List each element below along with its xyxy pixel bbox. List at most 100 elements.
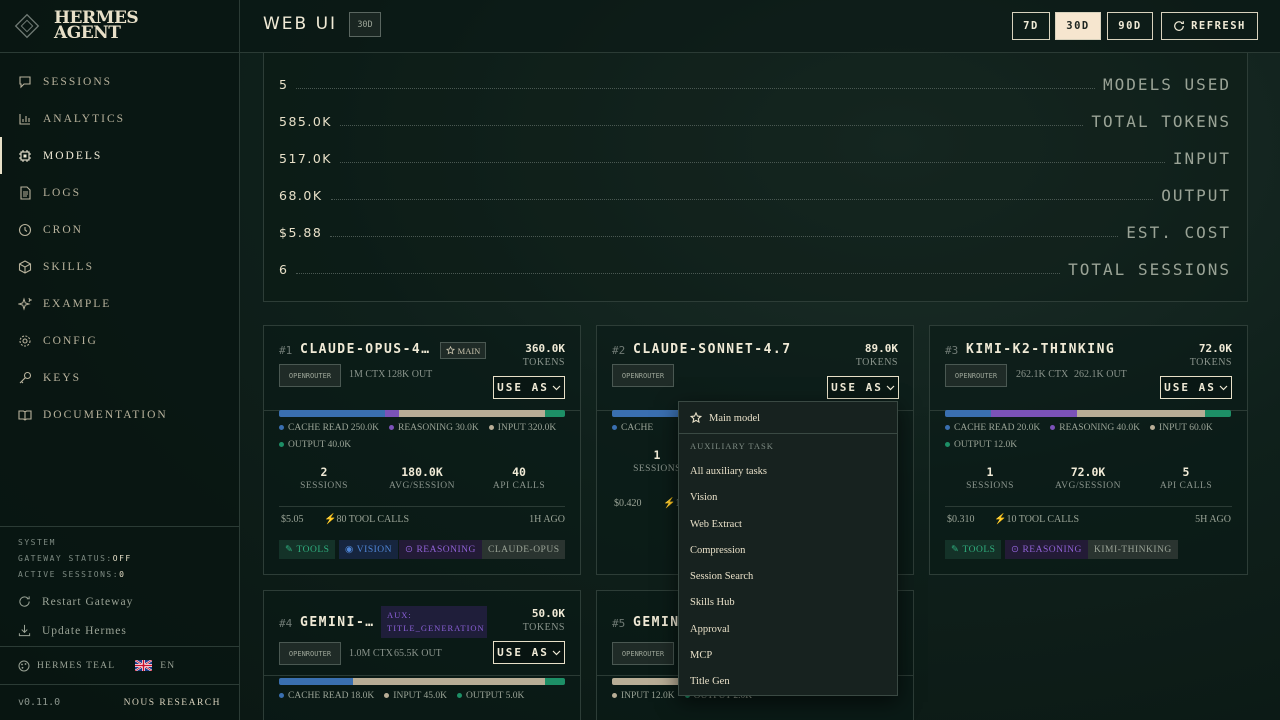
sidebar-item-sessions[interactable]: SESSIONS xyxy=(0,63,239,100)
model-tokens-label: TOKENS xyxy=(855,357,898,368)
language-selector[interactable]: EN xyxy=(135,660,175,671)
stat-output: 68.0K OUTPUT xyxy=(279,180,1231,210)
sidebar-item-analytics[interactable]: ANALYTICS xyxy=(0,100,239,137)
stat-est-cost: $5.88 EST. COST xyxy=(279,217,1231,247)
provider-badge: OPENROUTER xyxy=(279,364,341,387)
bar-reasoning xyxy=(384,410,400,417)
legend-cache: CACHE xyxy=(612,423,653,433)
dropdown-item[interactable]: Vision xyxy=(679,484,897,510)
stat-value: 585.0K xyxy=(279,113,332,129)
calls-value: 40 xyxy=(512,465,526,479)
language-label: EN xyxy=(160,660,176,671)
legend-input: INPUT 12.0K xyxy=(612,691,675,701)
avg-value: 72.0K xyxy=(1070,465,1106,479)
stat-avg-session: 72.0K AVG/SESSION xyxy=(1043,465,1133,491)
chevron-down-icon xyxy=(552,385,561,390)
system-title: SYSTEM xyxy=(18,538,56,547)
dropdown-item[interactable]: Web Extract xyxy=(679,511,897,537)
stat-sessions: 1 SESSIONS xyxy=(945,465,1035,491)
sidebar-item-example[interactable]: EXAMPLE xyxy=(0,285,239,322)
dropdown-item[interactable]: Title Gen xyxy=(679,668,897,694)
stat-leader xyxy=(330,235,1119,237)
stat-label: TOTAL SESSIONS xyxy=(1068,259,1231,279)
bar-output xyxy=(1205,410,1231,417)
sidebar-item-config[interactable]: CONFIG xyxy=(0,322,239,359)
key-icon xyxy=(19,371,32,383)
nav: SESSIONS ANALYTICS MODELS LOGS CRON SKIL… xyxy=(0,53,239,433)
dropdown-divider xyxy=(679,433,897,434)
range-7d-button[interactable]: 7D xyxy=(1012,12,1050,40)
range-90d-button[interactable]: 90D xyxy=(1107,12,1153,40)
use-as-button[interactable]: USE AS xyxy=(493,641,565,664)
bar-input xyxy=(353,678,545,685)
calls-label: API CALLS xyxy=(1159,481,1213,491)
stats-panel: 5 MODELS USED 585.0K TOTAL TOKENS 517.0K IN… xyxy=(263,53,1248,302)
sidebar-item-cron[interactable]: CRON xyxy=(0,211,239,248)
cost: $0.310 xyxy=(947,514,975,525)
sidebar-item-label: SKILLS xyxy=(43,260,94,273)
dropdown-item[interactable]: Skills Hub xyxy=(679,589,897,615)
page-title: WEB UI xyxy=(263,14,338,34)
provider-badge: OPENROUTER xyxy=(945,364,1007,387)
gateway-status-value: OFF xyxy=(112,554,132,563)
chip-icon xyxy=(19,149,31,162)
avg-value: 180.0K xyxy=(401,465,443,479)
stat-leader xyxy=(330,198,1154,200)
gear-icon xyxy=(19,334,31,347)
provider-badge: OPENROUTER xyxy=(612,642,674,665)
model-card: #4 GEMINI-... AUX: TITLE_GENERATION 50.0… xyxy=(263,590,581,720)
dropdown-main-model[interactable]: Main model xyxy=(679,404,897,432)
sidebar-item-skills[interactable]: SKILLS xyxy=(0,248,239,285)
dropdown-item[interactable]: All auxiliary tasks xyxy=(679,458,897,484)
stat-value: 5 xyxy=(279,76,289,92)
sidebar-item-logs[interactable]: LOGS xyxy=(0,174,239,211)
token-bar xyxy=(279,678,565,685)
update-hermes-button[interactable]: Update Hermes xyxy=(18,616,239,645)
sparkle-icon xyxy=(18,296,32,311)
token-legend: CACHE READ 18.0K INPUT 45.0K OUTPUT 5.0K xyxy=(279,688,569,705)
model-card: #1 CLAUDE-OPUS-4... MAIN 360.0K TOKENS O… xyxy=(263,325,581,575)
version-label: v0.11.0 xyxy=(18,697,61,708)
use-as-label: USE AS xyxy=(831,381,883,394)
legend-output: OUTPUT 12.0K xyxy=(945,440,1017,450)
model-tokens-label: TOKENS xyxy=(522,622,565,633)
legend-reasoning: REASONING 40.0K xyxy=(1050,423,1140,433)
dropdown-item[interactable]: Session Search xyxy=(679,563,897,589)
stat-api-calls: 5 API CALLS xyxy=(1141,465,1231,491)
refresh-button[interactable]: REFRESH xyxy=(1161,12,1258,40)
dropdown-item[interactable]: Approval xyxy=(679,616,897,642)
restart-gateway-button[interactable]: Restart Gateway xyxy=(18,587,239,616)
stat-leader xyxy=(339,124,1084,126)
use-as-button[interactable]: USE AS xyxy=(493,376,565,399)
use-as-button[interactable]: USE AS xyxy=(827,376,899,399)
dropdown-item[interactable]: MCP xyxy=(679,642,897,668)
theme-selector[interactable]: HERMES TEAL xyxy=(37,661,115,671)
stat-label: INPUT xyxy=(1172,148,1231,168)
stat-total-tokens: 585.0K TOTAL TOKENS xyxy=(279,106,1231,136)
model-rank: #3 xyxy=(945,344,959,357)
uk-flag-icon xyxy=(135,660,153,671)
tag-reasoning: ⊙ REASONING xyxy=(399,540,482,559)
brand[interactable]: HERMES AGENT xyxy=(0,0,239,53)
sidebar-item-models[interactable]: MODELS xyxy=(0,137,239,174)
provider-badge: OPENROUTER xyxy=(612,364,674,387)
context-size: 262.1K CTX xyxy=(1016,369,1069,380)
model-name: CLAUDE-SONNET-4.7 xyxy=(633,342,792,357)
sessions-label: SESSIONS xyxy=(300,481,348,491)
chat-icon xyxy=(19,75,31,88)
card-divider xyxy=(279,506,565,507)
legend-output: OUTPUT 40.0K xyxy=(279,440,351,450)
org-link[interactable]: NOUS RESEARCH xyxy=(124,698,221,708)
range-30d-button[interactable]: 30D xyxy=(1055,12,1101,40)
sidebar-item-keys[interactable]: KEYS xyxy=(0,359,239,396)
dropdown-section-label: AUXILIARY TASK xyxy=(690,441,774,451)
sidebar-item-label: CRON xyxy=(43,223,83,236)
stat-label: EST. COST xyxy=(1126,222,1231,242)
use-as-button[interactable]: USE AS xyxy=(1160,376,1232,399)
download-icon xyxy=(18,624,31,637)
stat-avg-session: 180.0K AVG/SESSION xyxy=(377,465,467,491)
range-badge: 30D xyxy=(349,12,381,37)
sidebar-item-documentation[interactable]: DOCUMENTATION xyxy=(0,396,239,433)
dropdown-item[interactable]: Compression xyxy=(679,537,897,563)
package-icon xyxy=(18,259,32,274)
